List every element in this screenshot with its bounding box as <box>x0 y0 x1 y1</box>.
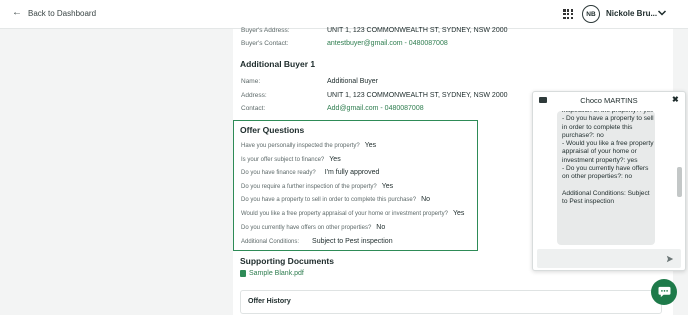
answer-text: Yes <box>364 142 377 149</box>
conditions-row: Additional Conditions: Subject to Pest in… <box>241 238 393 245</box>
chat-message-input[interactable] <box>537 249 681 268</box>
additional-buyer-name-value: Additional Buyer <box>327 77 378 85</box>
offer-questions-heading: Offer Questions <box>240 125 305 135</box>
question-row: Would you like a free property appraisal… <box>241 210 464 217</box>
avatar[interactable]: NB <box>582 5 600 23</box>
chat-window: Choco MARTINS ✖ inspection of the proper… <box>532 91 686 271</box>
question-text: Do you currently have offers on other pr… <box>241 225 372 231</box>
back-to-dashboard-link[interactable]: ← Back to Dashboard <box>12 8 96 18</box>
offer-questions-box: Offer Questions Have you personally insp… <box>233 120 478 251</box>
chevron-down-icon[interactable] <box>657 8 667 18</box>
additional-buyer-address-label: Address: <box>241 91 267 99</box>
question-text: Do you require a further inspection of t… <box>241 184 377 190</box>
additional-buyer-contact-label: Contact: <box>241 104 266 112</box>
chat-header: Choco MARTINS ✖ <box>533 92 685 108</box>
back-label: Back to Dashboard <box>28 8 97 18</box>
question-row: Do you require a further inspection of t… <box>241 183 393 190</box>
question-text: Have you personally inspected the proper… <box>241 143 360 149</box>
top-bar: ← Back to Dashboard NB Nickole Bru... <box>0 0 688 29</box>
question-text: Do you have finance ready? <box>241 170 316 176</box>
chat-message-bubble: inspection of the property?: yes - Do yo… <box>557 111 655 245</box>
conditions-value: Subject to Pest inspection <box>312 238 393 245</box>
conditions-label: Additional Conditions: <box>241 239 300 245</box>
question-row: Is your offer subject to finance? Yes <box>241 156 341 163</box>
chat-message-text: inspection of the property?: yes - Do yo… <box>562 111 654 206</box>
question-row: Do you have finance ready? I'm fully appr… <box>241 169 379 176</box>
question-row: Have you personally inspected the proper… <box>241 142 376 149</box>
question-row: Do you have a property to sell in order … <box>241 196 430 203</box>
close-icon[interactable]: ✖ <box>672 95 679 104</box>
offer-history-title: Offer History <box>248 298 291 305</box>
chat-bubble-icon <box>658 286 670 298</box>
buyer-address-value: UNIT 1, 123 COMMONWEALTH ST, SYDNEY, NSW… <box>327 26 508 34</box>
additional-buyer-heading: Additional Buyer 1 <box>240 59 316 69</box>
additional-buyer-address-value: UNIT 1, 123 COMMONWEALTH ST, SYDNEY, NSW… <box>327 91 508 99</box>
question-text: Do you have a property to sell in order … <box>241 197 417 203</box>
pdf-icon <box>240 270 246 277</box>
buyer-address-label: Buyer's Address: <box>241 26 290 34</box>
answer-text: Yes <box>329 156 341 163</box>
chat-scrollbar[interactable] <box>677 112 682 252</box>
buyer-contact-value[interactable]: antestbuyer@gmail.com - 0480087008 <box>327 40 448 47</box>
question-text: Is your offer subject to finance? <box>241 157 325 163</box>
pdf-file-name: Sample Blank.pdf <box>249 270 304 277</box>
apps-grid-icon[interactable] <box>563 9 574 20</box>
answer-text: Yes <box>453 210 465 217</box>
answer-text: No <box>376 224 386 231</box>
additional-buyer-contact-value[interactable]: Add@gmail.com - 0480087008 <box>327 105 424 112</box>
answer-text: No <box>421 196 431 203</box>
question-row: Do you currently have offers on other pr… <box>241 224 385 231</box>
send-icon[interactable] <box>666 255 674 263</box>
answer-text: I'm fully approved <box>324 169 380 176</box>
offer-history-accordion[interactable]: Offer History <box>240 290 662 314</box>
chat-title: Choco MARTINS <box>580 96 638 105</box>
supporting-documents-heading: Supporting Documents <box>240 256 334 266</box>
chat-launcher-button[interactable] <box>651 279 677 305</box>
pdf-file-link[interactable]: Sample Blank.pdf <box>240 270 304 277</box>
additional-buyer-name-label: Name: <box>241 77 261 85</box>
answer-text: Yes <box>381 183 394 190</box>
question-text: Would you like a free property appraisal… <box>241 211 448 217</box>
chat-scrollbar-thumb[interactable] <box>677 167 682 197</box>
buyer-contact-label: Buyer's Contact: <box>241 39 289 47</box>
back-arrow-icon: ← <box>12 7 22 18</box>
username[interactable]: Nickole Bru... <box>606 9 657 18</box>
